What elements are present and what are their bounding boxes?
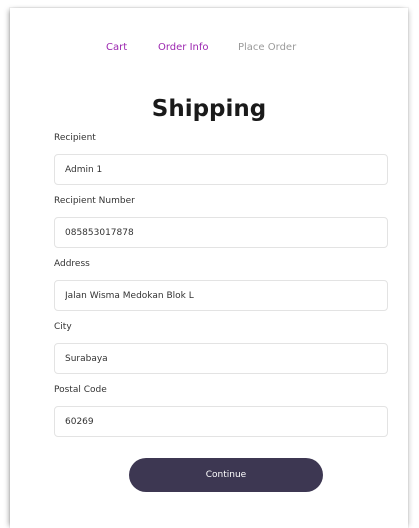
shipping-card: Cart Order Info Place Order Shipping Rec… <box>10 8 408 528</box>
city-label: City <box>54 322 72 332</box>
city-input[interactable] <box>54 343 388 374</box>
address-input[interactable] <box>54 280 388 311</box>
address-label: Address <box>54 259 90 269</box>
recipient-field-group: Recipient <box>54 132 388 195</box>
step-place-order[interactable]: Place Order <box>238 42 296 53</box>
continue-button[interactable]: Continue <box>129 458 323 492</box>
shipping-form: Recipient Recipient Number Address City … <box>54 132 388 447</box>
step-order-info[interactable]: Order Info <box>158 42 209 53</box>
postal-code-field-group: Postal Code <box>54 384 388 447</box>
recipient-number-input[interactable] <box>54 217 388 248</box>
address-field-group: Address <box>54 258 388 321</box>
recipient-number-field-group: Recipient Number <box>54 195 388 258</box>
postal-code-label: Postal Code <box>54 385 107 395</box>
recipient-input[interactable] <box>54 154 388 185</box>
recipient-label: Recipient <box>54 133 96 143</box>
city-field-group: City <box>54 321 388 384</box>
recipient-number-label: Recipient Number <box>54 196 135 206</box>
postal-code-input[interactable] <box>54 406 388 437</box>
page-title: Shipping <box>151 96 267 122</box>
step-cart[interactable]: Cart <box>106 42 127 53</box>
